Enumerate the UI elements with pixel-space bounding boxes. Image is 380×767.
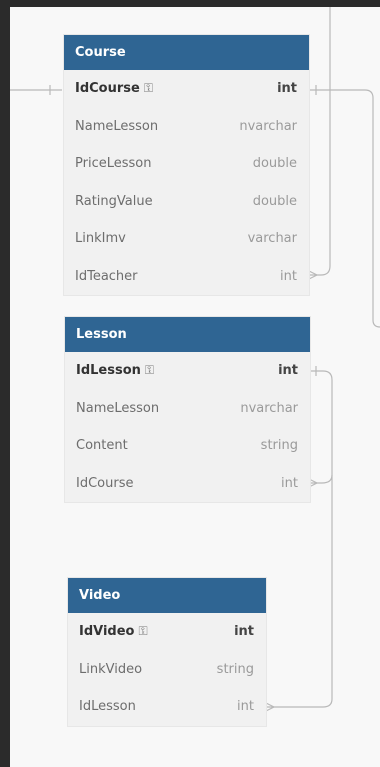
field-row[interactable]: IdCourse int bbox=[65, 465, 310, 503]
field-name: IdVideo bbox=[79, 624, 135, 640]
table-header[interactable]: Lesson bbox=[65, 317, 310, 352]
field-row[interactable]: LinkVideo string bbox=[68, 651, 266, 689]
field-row[interactable]: NameLesson nvarchar bbox=[65, 390, 310, 428]
field-name: RatingValue bbox=[75, 193, 153, 209]
table-header[interactable]: Course bbox=[64, 35, 309, 70]
field-type: nvarchar bbox=[240, 400, 298, 416]
field-row[interactable]: NameLesson nvarchar bbox=[64, 108, 309, 146]
field-type: int bbox=[277, 81, 297, 97]
connector-video-fk-crowfoot bbox=[265, 702, 276, 712]
field-name: NameLesson bbox=[76, 400, 160, 416]
field-type: int bbox=[278, 363, 298, 379]
field-name: LinkVideo bbox=[79, 661, 143, 677]
field-row[interactable]: LinkImv varchar bbox=[64, 220, 309, 258]
field-type: double bbox=[252, 156, 297, 172]
connector-course-fk-crowfoot bbox=[308, 270, 319, 280]
field-name: IdTeacher bbox=[75, 268, 138, 284]
field-row[interactable]: Content string bbox=[65, 427, 310, 465]
course-table[interactable]: Course IdCourse ⚿ int NameLesson nvarchar… bbox=[64, 35, 309, 295]
field-type: int bbox=[280, 268, 297, 284]
connector-lesson-fk-crowfoot bbox=[308, 478, 319, 488]
field-type: string bbox=[260, 438, 298, 454]
field-name: IdLesson bbox=[76, 363, 141, 379]
field-row[interactable]: IdLesson ⚿ int bbox=[65, 352, 310, 390]
field-name: NameLesson bbox=[75, 118, 159, 134]
field-row[interactable]: IdCourse ⚿ int bbox=[64, 70, 309, 108]
video-table[interactable]: Video IdVideo ⚿ int LinkVideo string IdLe… bbox=[68, 578, 266, 726]
key-icon: ⚿ bbox=[143, 81, 153, 96]
field-name: Content bbox=[76, 438, 128, 454]
field-type: varchar bbox=[247, 231, 297, 247]
connector-course-to-lesson bbox=[309, 7, 331, 276]
field-type: double bbox=[252, 193, 297, 209]
field-type: int bbox=[237, 699, 254, 715]
field-name: LinkImv bbox=[75, 231, 126, 247]
table-header[interactable]: Video bbox=[68, 578, 266, 613]
connector-lesson-to-course-fk bbox=[309, 474, 333, 484]
key-icon: ⚿ bbox=[144, 363, 155, 378]
field-name: IdCourse bbox=[76, 475, 134, 491]
key-icon: ⚿ bbox=[138, 624, 148, 639]
field-name: IdCourse bbox=[75, 81, 140, 97]
field-type: nvarchar bbox=[239, 118, 297, 134]
field-name: PriceLesson bbox=[75, 156, 152, 172]
field-row[interactable]: PriceLesson double bbox=[64, 145, 309, 183]
field-row[interactable]: IdTeacher int bbox=[64, 258, 309, 296]
field-type: int bbox=[234, 624, 254, 640]
field-type: string bbox=[216, 661, 254, 677]
diagram-canvas: Course IdCourse ⚿ int NameLesson nvarchar… bbox=[10, 7, 380, 767]
connector-course-to-teacher bbox=[309, 89, 380, 328]
field-name: IdLesson bbox=[79, 699, 136, 715]
field-type: int bbox=[281, 475, 298, 491]
lesson-table[interactable]: Lesson IdLesson ⚿ int NameLesson nvarchar… bbox=[65, 317, 310, 502]
field-row[interactable]: IdVideo ⚿ int bbox=[68, 613, 266, 651]
field-row[interactable]: IdLesson int bbox=[68, 688, 266, 726]
field-row[interactable]: RatingValue double bbox=[64, 183, 309, 221]
